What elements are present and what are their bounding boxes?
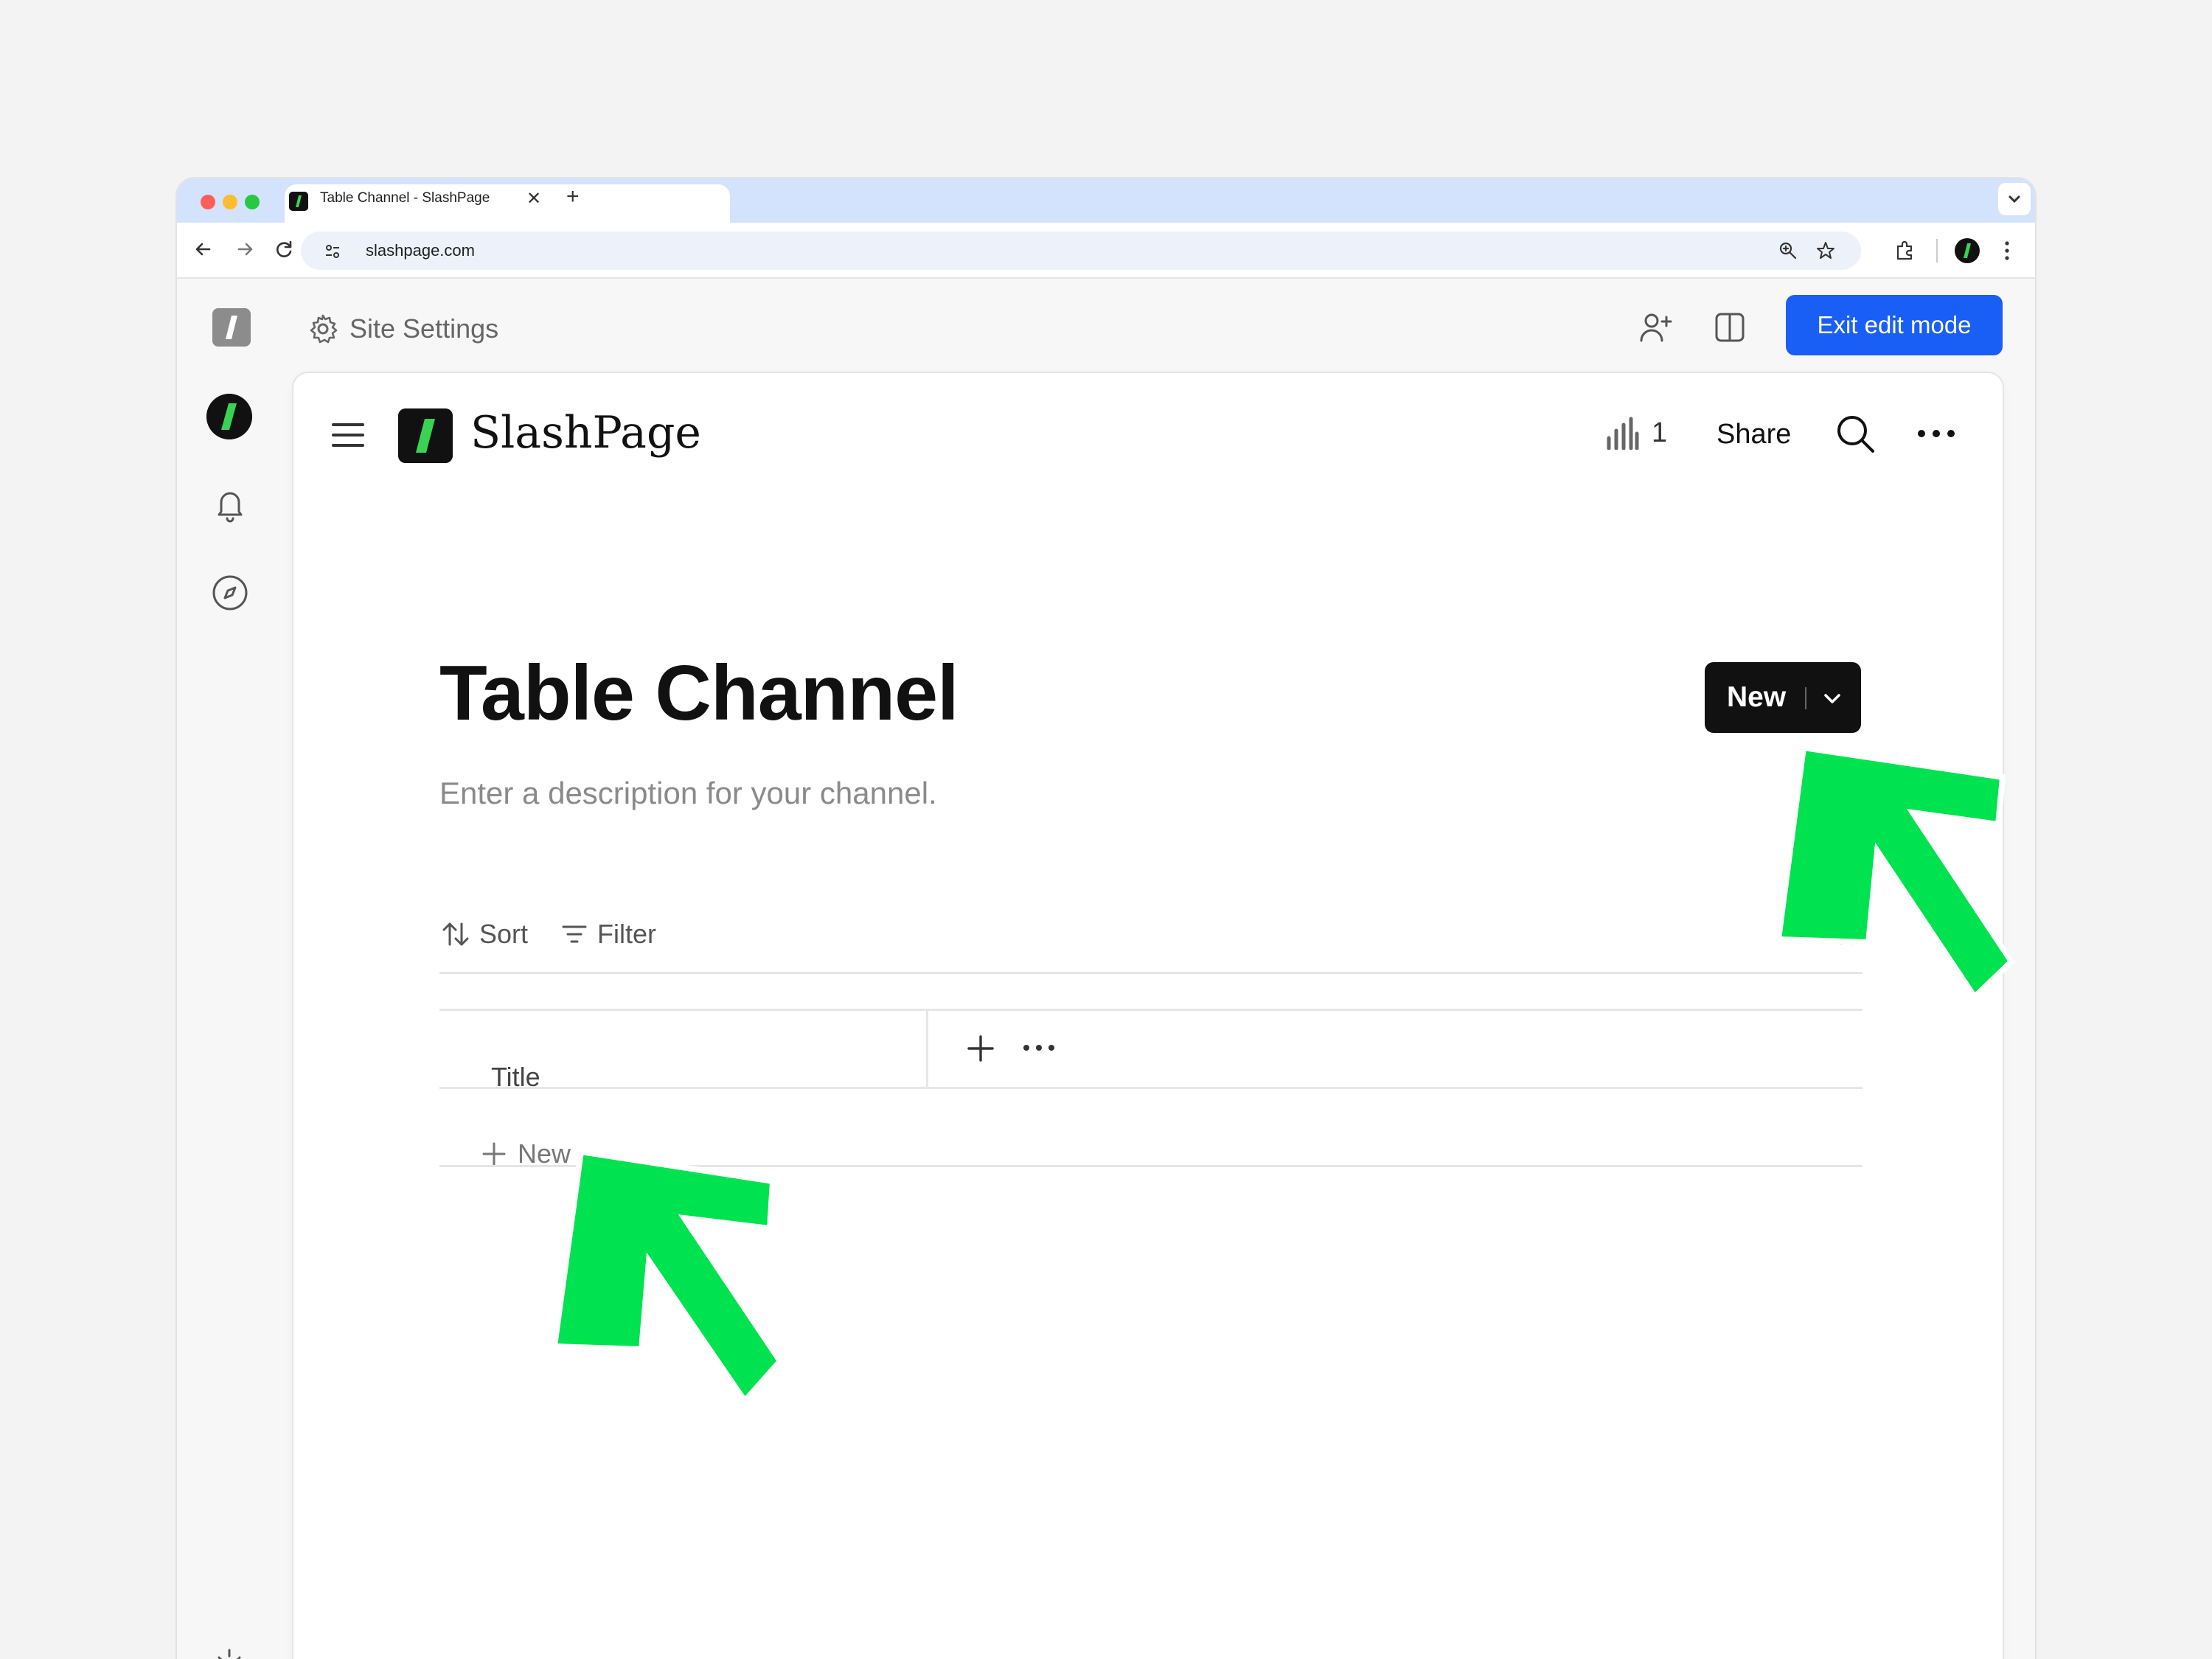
invite-member-icon[interactable] [1637, 308, 1675, 347]
sort-button[interactable]: Sort [441, 919, 528, 950]
tab-close-icon[interactable]: ✕ [526, 188, 541, 209]
new-tab-icon[interactable]: + [566, 184, 580, 209]
chevron-down-icon[interactable] [1818, 684, 1846, 712]
bar-chart-icon [1607, 417, 1639, 450]
split-view-icon[interactable] [1711, 308, 1749, 347]
annotation-arrow-new-button [1775, 748, 2016, 1002]
site-info-icon[interactable] [323, 242, 342, 261]
address-bar[interactable]: slashpage.com [301, 232, 1861, 270]
plus-icon [482, 1142, 506, 1166]
chevron-down-icon [2008, 195, 2020, 204]
slashpage-favicon-icon [289, 192, 308, 211]
column-separator [926, 1009, 928, 1088]
view-stats-button[interactable]: 1 [1604, 416, 1667, 450]
sort-arrows-icon [442, 922, 469, 946]
column-options-icon[interactable] [1020, 1037, 1057, 1059]
minimize-window-button[interactable] [223, 195, 237, 209]
add-column-icon[interactable] [964, 1032, 997, 1065]
tab-strip: Table Channel - SlashPage ✕ + [177, 178, 2035, 223]
app-area: Site Settings Exit edit mode SlashPage 1… [177, 279, 2035, 1659]
new-post-button[interactable]: New [1705, 662, 1861, 733]
site-settings-button[interactable]: Site Settings [307, 307, 498, 351]
brand-name[interactable]: SlashPage [470, 407, 701, 459]
search-icon[interactable] [1834, 413, 1877, 456]
site-settings-label: Site Settings [349, 313, 499, 344]
tab-search-button[interactable] [1998, 183, 2031, 215]
filter-button[interactable]: Filter [560, 919, 656, 950]
slashpage-logo-icon[interactable] [212, 308, 251, 347]
forward-arrow-icon[interactable] [232, 236, 258, 262]
view-count: 1 [1652, 417, 1668, 448]
back-arrow-icon[interactable] [190, 236, 217, 262]
reload-icon[interactable] [271, 236, 298, 262]
bookmark-star-icon[interactable] [1815, 240, 1836, 261]
browser-menu-icon[interactable] [2001, 237, 2013, 264]
workspace-avatar-icon[interactable] [206, 394, 252, 439]
bell-icon[interactable] [209, 484, 251, 525]
extensions-icon[interactable] [1893, 239, 1917, 262]
table-header-bottom-border [439, 1087, 1863, 1089]
table-header-top-border [439, 1009, 1863, 1011]
compass-icon[interactable] [209, 572, 251, 613]
close-window-button[interactable] [201, 195, 215, 209]
exit-edit-mode-button[interactable]: Exit edit mode [1786, 295, 2003, 355]
browser-toolbar: slashpage.com [177, 223, 2035, 279]
toolbar-divider [439, 972, 1863, 974]
channel-description-field[interactable]: Enter a description for your channel. [439, 776, 937, 811]
profile-avatar-icon[interactable] [1954, 237, 1980, 264]
sort-label: Sort [479, 919, 529, 949]
new-post-label: New [1727, 681, 1787, 713]
filter-icon [562, 925, 587, 943]
hamburger-menu-icon[interactable] [330, 417, 366, 453]
filter-label: Filter [597, 919, 656, 949]
brand-logo-icon[interactable] [398, 408, 453, 463]
share-button[interactable]: Share [1717, 419, 1791, 451]
page-panel: SlashPage 1 Share Table Channel Enter a … [293, 373, 2003, 1659]
button-divider [1805, 687, 1806, 709]
channel-title[interactable]: Table Channel [439, 649, 959, 738]
tab-title: Table Channel - SlashPage [320, 190, 490, 206]
maximize-window-button[interactable] [245, 195, 260, 209]
sun-icon[interactable] [208, 1640, 251, 1659]
zoom-icon[interactable] [1778, 241, 1798, 260]
toolbar-divider [1936, 239, 1938, 262]
gear-icon [310, 314, 338, 344]
annotation-arrow-new-row [552, 1152, 785, 1406]
browser-window: Table Channel - SlashPage ✕ + slashpage.… [177, 178, 2035, 1659]
more-options-icon[interactable] [1914, 414, 1958, 453]
url-text: slashpage.com [366, 241, 475, 260]
